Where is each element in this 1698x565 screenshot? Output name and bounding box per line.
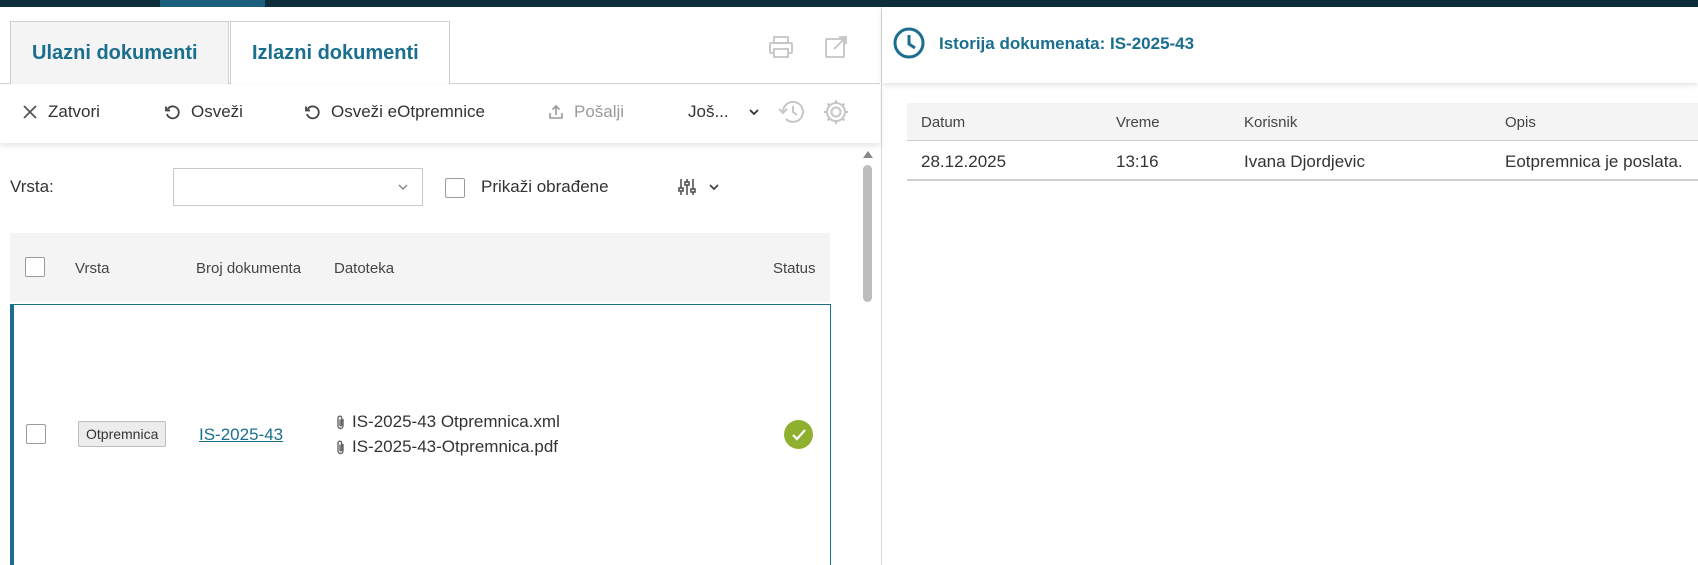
- file-name: IS-2025-43 Otpremnica.xml: [352, 412, 560, 431]
- status-success-icon: [784, 420, 813, 449]
- close-icon: [23, 105, 37, 119]
- file-link-pdf[interactable]: IS-2025-43-Otpremnica.pdf: [336, 437, 558, 457]
- history-header: Istorija dokumenata: IS-2025-43: [882, 7, 1698, 83]
- tab-incoming-label: Ulazni dokumenti: [32, 41, 198, 64]
- send-label: Pošalji: [574, 102, 625, 121]
- clip-icon: [337, 440, 344, 455]
- header-user[interactable]: Korisnik: [1244, 114, 1297, 131]
- type-filter-label: Vrsta:: [10, 177, 54, 196]
- history-icon[interactable]: [777, 98, 807, 131]
- header-status[interactable]: Status: [773, 260, 816, 277]
- header-type[interactable]: Vrsta: [75, 260, 109, 277]
- chevron-down-icon: [709, 184, 719, 191]
- table-row: 28.12.2025 13:16 Ivana Djordjevic Eotpre…: [907, 141, 1698, 181]
- scrollbar-thumb[interactable]: [863, 165, 872, 302]
- history-time: 13:16: [1116, 152, 1159, 171]
- refresh-edispatch-label: Osveži eOtpremnice: [331, 102, 485, 121]
- header-time[interactable]: Vreme: [1116, 114, 1160, 131]
- doc-number-link[interactable]: IS-2025-43: [199, 425, 283, 445]
- gear-icon[interactable]: [822, 98, 850, 131]
- history-table-header: Datum Vreme Korisnik Opis: [907, 103, 1698, 141]
- chevron-down-icon: [748, 109, 759, 116]
- documents-content: Vrsta: Prikaži obrađene Vrsta Broj dokum…: [0, 143, 880, 565]
- header-file[interactable]: Datoteka: [334, 260, 394, 277]
- popout-icon[interactable]: [824, 35, 850, 64]
- send-button[interactable]: Pošalji: [548, 85, 624, 139]
- tab-outgoing-label: Izlazni dokumenti: [252, 41, 419, 64]
- show-processed-label: Prikaži obrađene: [481, 177, 609, 196]
- scroll-up-icon[interactable]: [863, 150, 873, 158]
- refresh-icon: [305, 104, 320, 119]
- clock-icon: [892, 26, 926, 65]
- close-label: Zatvori: [48, 102, 100, 121]
- history-title: Istorija dokumenata: IS-2025-43: [939, 34, 1195, 53]
- file-link-xml[interactable]: IS-2025-43 Otpremnica.xml: [336, 412, 560, 432]
- more-label: Još...: [688, 102, 729, 121]
- show-processed-checkbox[interactable]: [445, 178, 465, 198]
- upload-icon: [549, 104, 563, 119]
- check-icon: [791, 429, 806, 441]
- type-filter-select[interactable]: [173, 168, 423, 206]
- print-icon[interactable]: [768, 35, 794, 64]
- chevron-down-icon: [398, 184, 408, 191]
- header-doc-number[interactable]: Broj dokumenta: [196, 260, 301, 277]
- header-date[interactable]: Datum: [921, 114, 965, 131]
- column-settings-icon: [678, 179, 696, 195]
- more-button[interactable]: Još...: [688, 85, 761, 139]
- row-checkbox[interactable]: [26, 424, 46, 444]
- close-button[interactable]: Zatvori: [22, 85, 100, 139]
- select-all-checkbox[interactable]: [25, 257, 45, 277]
- vertical-scrollbar[interactable]: [862, 150, 874, 565]
- column-settings-button[interactable]: [677, 177, 721, 197]
- tab-bar: Ulazni dokumenti Izlazni dokumenti: [0, 7, 880, 85]
- refresh-icon: [165, 104, 180, 119]
- history-description: Eotpremnica je poslata.: [1505, 152, 1683, 171]
- tab-outgoing-documents[interactable]: Izlazni dokumenti: [230, 21, 450, 85]
- clip-icon: [337, 415, 344, 430]
- history-user: Ivana Djordjevic: [1244, 152, 1365, 171]
- refresh-edispatch-button[interactable]: Osveži eOtpremnice: [304, 85, 485, 139]
- refresh-label: Osveži: [191, 102, 243, 121]
- app-top-bar-accent: [160, 0, 265, 7]
- file-name: IS-2025-43-Otpremnica.pdf: [352, 437, 558, 456]
- header-description[interactable]: Opis: [1505, 114, 1536, 131]
- tab-incoming-documents[interactable]: Ulazni dokumenti: [10, 21, 229, 84]
- table-row[interactable]: Otpremnica IS-2025-43 IS-2025-43 Otpremn…: [10, 304, 831, 565]
- history-panel: Istorija dokumenata: IS-2025-43 Datum Vr…: [882, 7, 1698, 565]
- history-date: 28.12.2025: [921, 152, 1007, 171]
- refresh-button[interactable]: Osveži: [164, 85, 243, 139]
- documents-panel: Ulazni dokumenti Izlazni dokumenti Zatvo…: [0, 7, 880, 565]
- toolbar: Zatvori Osveži Osveži eOtpremnice Pošalj…: [0, 85, 880, 143]
- documents-table-header: Vrsta Broj dokumenta Datoteka Status: [10, 233, 830, 302]
- type-badge: Otpremnica: [78, 421, 167, 447]
